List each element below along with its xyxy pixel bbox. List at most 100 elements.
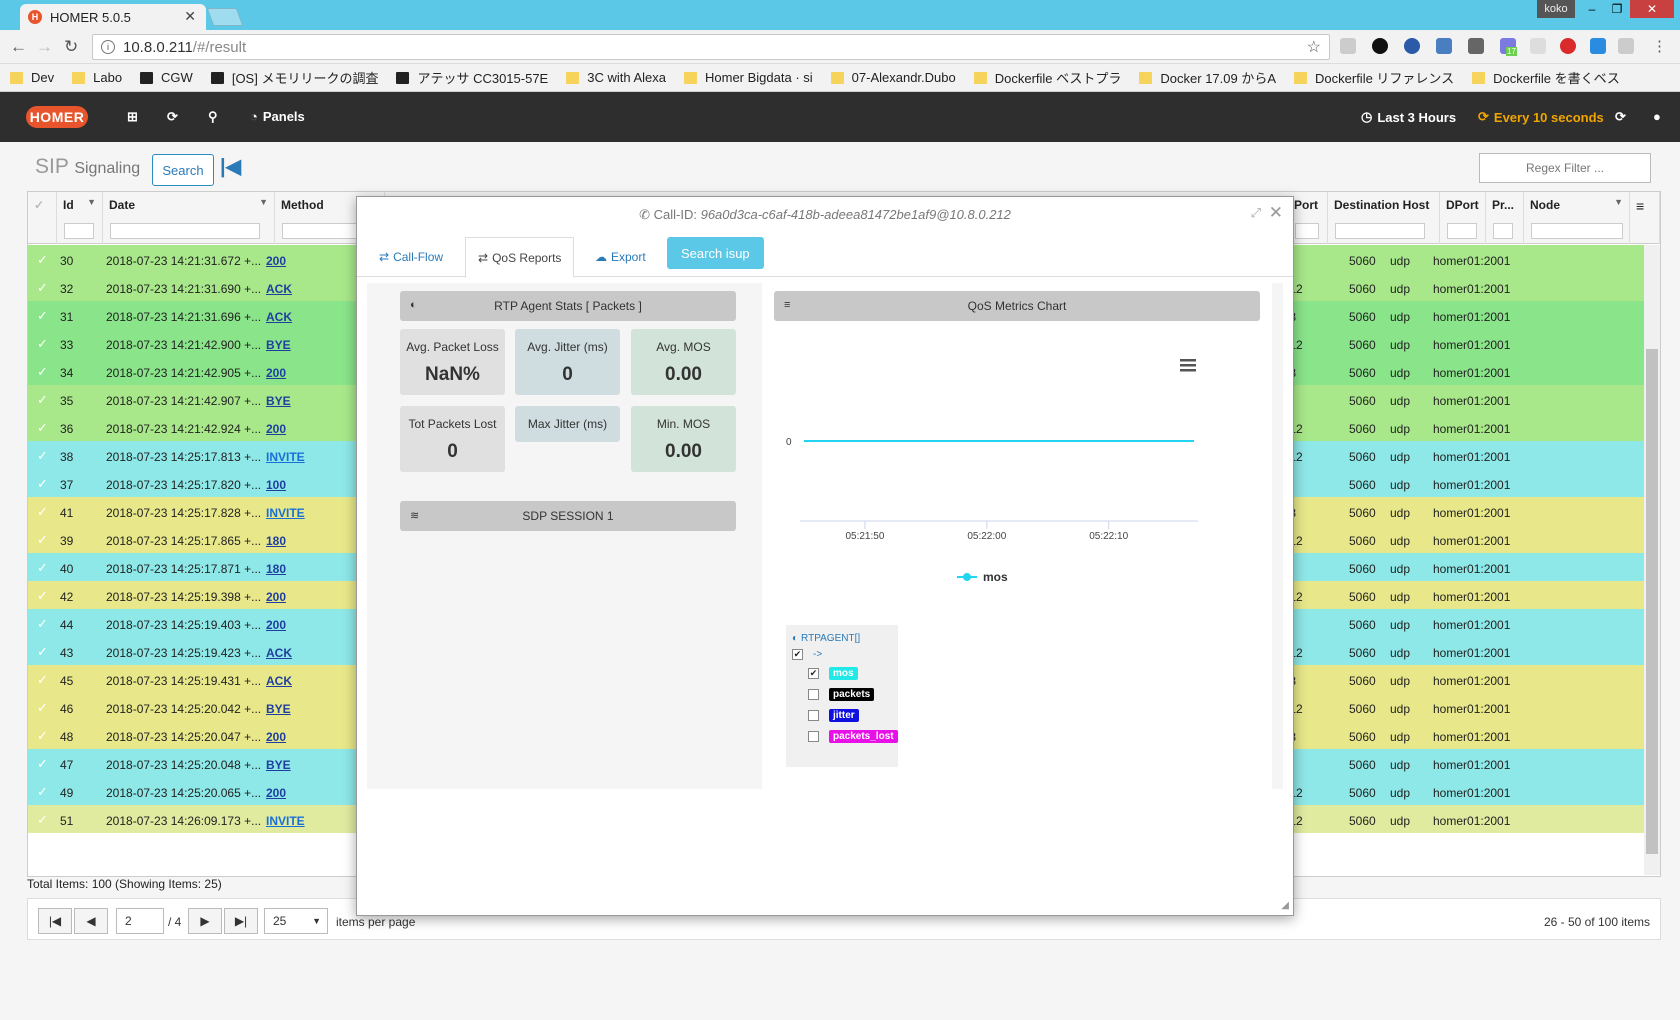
- reload-icon[interactable]: ↻: [64, 37, 78, 57]
- series-checkbox[interactable]: [808, 710, 819, 721]
- legend-series-mos[interactable]: ✔ mos: [808, 667, 858, 680]
- cell-method-link[interactable]: ACK: [266, 282, 292, 296]
- extension-square-icon[interactable]: [1436, 38, 1452, 54]
- page-number-input[interactable]: 2: [116, 908, 164, 934]
- add-panel-icon[interactable]: ⊞: [127, 109, 138, 125]
- col-id[interactable]: Id ▼: [57, 192, 103, 244]
- bookmark-item[interactable]: Dockerfile を書くベス: [1472, 68, 1620, 87]
- browser-menu-icon[interactable]: ⋮: [1652, 37, 1667, 55]
- col-date[interactable]: Date ▼: [103, 192, 275, 244]
- cell-method-link[interactable]: BYE: [266, 702, 291, 716]
- cell-method-link[interactable]: BYE: [266, 338, 291, 352]
- tab-qos-reports[interactable]: ⇄ QoS Reports: [465, 237, 575, 278]
- bookmark-item[interactable]: Dockerfile ベストプラ: [973, 68, 1121, 87]
- cell-method-link[interactable]: ACK: [266, 310, 292, 324]
- sdp-session-header[interactable]: ≋ SDP SESSION 1: [400, 501, 736, 531]
- grid-scrollbar[interactable]: [1644, 245, 1660, 875]
- grid-menu-icon[interactable]: ≡: [1630, 192, 1660, 244]
- resize-handle-icon[interactable]: ◢: [1281, 900, 1289, 911]
- dhost-filter-input[interactable]: [1335, 223, 1425, 239]
- search-button[interactable]: Search: [152, 154, 214, 186]
- extension-blue-icon[interactable]: [1404, 38, 1420, 54]
- window-close-icon[interactable]: ✕: [1630, 0, 1674, 18]
- cell-method-link[interactable]: 200: [266, 590, 286, 604]
- user-icon[interactable]: ●: [1653, 109, 1661, 124]
- extension-cursor-icon[interactable]: [1340, 38, 1356, 54]
- refresh-icon[interactable]: ⟳: [1615, 109, 1626, 125]
- extension-es-icon[interactable]: [1468, 38, 1484, 54]
- cell-method-link[interactable]: BYE: [266, 758, 291, 772]
- cell-method-link[interactable]: BYE: [266, 394, 291, 408]
- last-page-button[interactable]: ▶|: [224, 908, 258, 934]
- bookmark-item[interactable]: 07-Alexandr.Dubo: [830, 70, 956, 85]
- info-icon[interactable]: i: [101, 40, 115, 54]
- cell-method-link[interactable]: 200: [266, 618, 286, 632]
- search-isup-button[interactable]: Search isup: [667, 237, 764, 269]
- expand-icon[interactable]: ⤢: [1251, 205, 1261, 221]
- browser-tab[interactable]: H HOMER 5.0.5 ✕: [20, 4, 206, 30]
- qos-chart-header[interactable]: ≡ QoS Metrics Chart: [774, 291, 1260, 321]
- address-bar[interactable]: i 10.8.0.211/#/result ☆: [92, 34, 1330, 60]
- col-node[interactable]: Node ▼: [1524, 192, 1630, 244]
- minimize-icon[interactable]: –: [1580, 0, 1604, 18]
- cell-method-link[interactable]: ACK: [266, 646, 292, 660]
- port-filter-input[interactable]: [1295, 223, 1319, 239]
- tab-call-flow[interactable]: ⇄ Call-Flow: [367, 237, 455, 277]
- restore-icon[interactable]: ❐: [1605, 0, 1629, 18]
- scrollbar-thumb[interactable]: [1646, 349, 1658, 854]
- prev-page-button[interactable]: ◀: [74, 908, 108, 934]
- forward-arrow-icon[interactable]: →: [36, 37, 53, 57]
- rtp-agent-panel-header[interactable]: ◐ RTP Agent Stats [ Packets ]: [400, 291, 736, 321]
- adblock-icon[interactable]: [1560, 38, 1576, 54]
- extension-calendar-icon[interactable]: 17: [1500, 38, 1517, 56]
- cell-method-link[interactable]: 200: [266, 254, 286, 268]
- cell-method-link[interactable]: 200: [266, 786, 286, 800]
- search-icon[interactable]: ⚲: [208, 109, 218, 125]
- cell-method-link[interactable]: 200: [266, 366, 286, 380]
- series-checkbox[interactable]: [808, 689, 819, 700]
- root-checkbox[interactable]: ✔: [792, 649, 803, 660]
- bookmark-star-icon[interactable]: ☆: [1307, 37, 1321, 57]
- close-icon[interactable]: ✕: [1269, 203, 1283, 223]
- auto-refresh-selector[interactable]: ⟳ Every 10 seconds: [1478, 109, 1604, 125]
- series-checkbox[interactable]: ✔: [808, 668, 819, 679]
- legend-root-row[interactable]: ✔ ->: [792, 649, 822, 660]
- series-checkbox[interactable]: [808, 731, 819, 742]
- next-page-button[interactable]: ▶: [188, 908, 222, 934]
- cell-method-link[interactable]: 180: [266, 534, 286, 548]
- bookmark-item[interactable]: Dockerfile リファレンス: [1294, 68, 1454, 87]
- bookmark-item[interactable]: CGW: [140, 70, 193, 85]
- cell-method-link[interactable]: INVITE: [266, 506, 305, 520]
- legend-series-jitter[interactable]: jitter: [808, 709, 859, 722]
- bookmark-item[interactable]: Homer Bigdata · si: [684, 70, 813, 85]
- cell-method-link[interactable]: 100: [266, 478, 286, 492]
- bookmark-item[interactable]: Dev: [10, 70, 54, 85]
- bookmark-item[interactable]: アテッサ CC3015-57E: [396, 68, 548, 87]
- close-tab-icon[interactable]: ✕: [184, 8, 196, 25]
- col-proto[interactable]: Pr...: [1486, 192, 1524, 244]
- legend-series-packets[interactable]: packets: [808, 688, 875, 701]
- extension-download-icon[interactable]: [1530, 38, 1546, 54]
- per-page-select[interactable]: 25 ▼: [264, 908, 328, 934]
- cell-method-link[interactable]: 200: [266, 730, 286, 744]
- legend-series-packets-lost[interactable]: packets_lost: [808, 730, 898, 743]
- cell-method-link[interactable]: INVITE: [266, 814, 305, 828]
- cell-method-link[interactable]: 200: [266, 422, 286, 436]
- proto-filter-input[interactable]: [1493, 223, 1513, 239]
- regex-filter-input[interactable]: Regex Filter ...: [1479, 153, 1651, 183]
- bookmark-item[interactable]: 3C with Alexa: [566, 70, 666, 85]
- date-filter-input[interactable]: [110, 223, 260, 239]
- dport-filter-input[interactable]: [1447, 223, 1477, 239]
- cell-method-link[interactable]: 180: [266, 562, 286, 576]
- panels-menu[interactable]: ◔ Panels: [250, 109, 305, 124]
- extension-arrow-icon[interactable]: [1590, 38, 1606, 54]
- sync-icon[interactable]: ⟳: [167, 109, 178, 125]
- cell-method-link[interactable]: INVITE: [266, 450, 305, 464]
- time-range-selector[interactable]: ◷ Last 3 Hours: [1361, 109, 1456, 125]
- bookmark-item[interactable]: Labo: [72, 70, 122, 85]
- col-port[interactable]: Port: [1288, 192, 1328, 244]
- first-page-button[interactable]: |◀: [38, 908, 72, 934]
- id-filter-input[interactable]: [64, 223, 94, 239]
- select-all-checkbox[interactable]: ✓: [28, 192, 57, 244]
- node-filter-input[interactable]: [1531, 223, 1623, 239]
